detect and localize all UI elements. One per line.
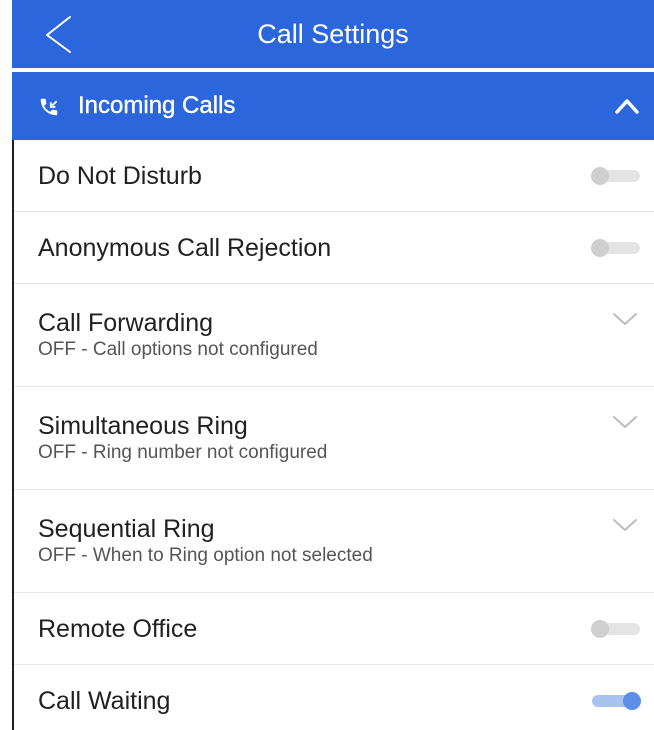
setting-subtitle: OFF - Ring number not configured	[38, 442, 328, 463]
toggle-thumb	[591, 620, 609, 638]
chevron-up-icon[interactable]	[612, 94, 642, 118]
incoming-calls-section-header[interactable]: Incoming Calls	[12, 72, 654, 140]
setting-title: Call Forwarding	[38, 309, 214, 337]
call-settings-screen: Call Settings Incoming Calls Do Not Dist…	[12, 0, 654, 730]
page-title: Call Settings	[257, 19, 409, 49]
setting-title: Simultaneous Ring	[38, 412, 248, 440]
toggle-thumb	[591, 167, 609, 185]
setting-title: Call Waiting	[38, 687, 171, 715]
setting-row-do-not-disturb: Do Not Disturb	[14, 140, 654, 212]
setting-row-call-waiting: Call Waiting	[14, 665, 654, 730]
chevron-left-icon[interactable]	[40, 12, 80, 56]
setting-title: Remote Office	[38, 615, 198, 643]
section-title: Incoming Calls	[78, 92, 236, 119]
toggle-thumb	[591, 239, 609, 257]
setting-row-call-forwarding[interactable]: Call Forwarding OFF - Call options not c…	[14, 284, 654, 387]
setting-subtitle: OFF - When to Ring option not selected	[38, 545, 373, 566]
anonymous-call-rejection-toggle[interactable]	[591, 239, 640, 257]
chevron-down-icon[interactable]	[613, 415, 637, 429]
call-waiting-toggle[interactable]	[592, 692, 641, 710]
setting-title: Sequential Ring	[38, 515, 215, 543]
app-bar: Call Settings	[12, 0, 654, 68]
do-not-disturb-toggle[interactable]	[591, 167, 640, 185]
setting-row-sequential-ring[interactable]: Sequential Ring OFF - When to Ring optio…	[14, 490, 654, 593]
setting-row-simultaneous-ring[interactable]: Simultaneous Ring OFF - Ring number not …	[14, 387, 654, 490]
setting-subtitle: OFF - Call options not configured	[38, 339, 318, 360]
setting-title: Anonymous Call Rejection	[38, 234, 332, 262]
back-button[interactable]	[40, 12, 80, 56]
setting-row-anonymous-call-rejection: Anonymous Call Rejection	[14, 212, 654, 284]
setting-title: Do Not Disturb	[38, 162, 202, 190]
toggle-thumb	[623, 692, 641, 710]
remote-office-toggle[interactable]	[591, 620, 640, 638]
chevron-down-icon[interactable]	[613, 312, 637, 326]
phone-incoming-icon	[38, 96, 60, 118]
setting-row-remote-office: Remote Office	[14, 593, 654, 665]
chevron-down-icon[interactable]	[613, 518, 637, 532]
settings-list: Do Not Disturb Anonymous Call Rejection …	[12, 140, 654, 730]
